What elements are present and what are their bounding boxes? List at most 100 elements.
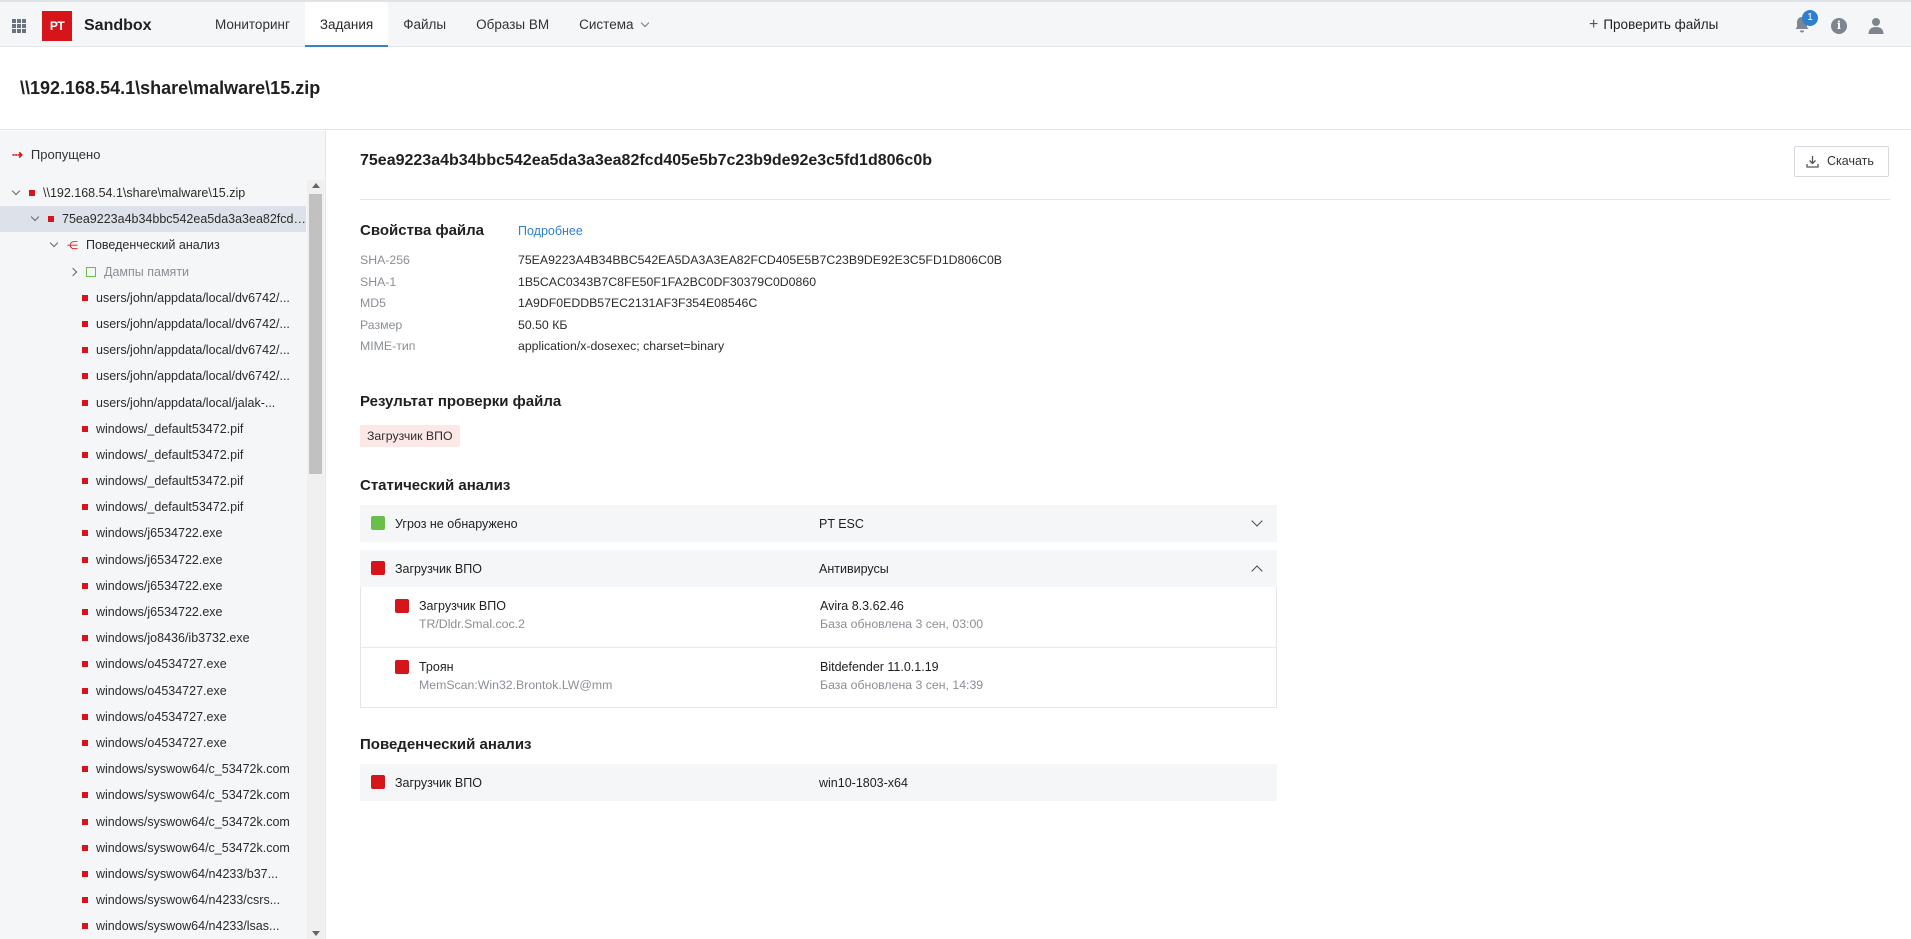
danger-marker-icon xyxy=(82,347,88,354)
file-tree: \\192.168.54.1\share\malware\15.zip 75ea… xyxy=(0,180,306,939)
tree-node-dropped-file[interactable]: windows/j6534722.exe xyxy=(0,520,306,546)
check-files-label: Проверить файлы xyxy=(1603,17,1719,32)
status-danger-icon xyxy=(371,561,385,575)
tree-node-dropped-file[interactable]: users/john/appdata/local/dv6742/... xyxy=(0,337,306,363)
tree-node-dropped-file[interactable]: windows/j6534722.exe xyxy=(0,573,306,599)
nav-system-label: Система xyxy=(579,17,634,32)
tree-node-label: windows/jo8436/ib3732.exe xyxy=(96,631,250,646)
av-result-row: Загрузчик ВПО TR/Dldr.Smal.coc.2 Avira 8… xyxy=(361,587,1276,647)
prop-label: SHA-256 xyxy=(360,253,410,267)
danger-marker-icon xyxy=(82,739,88,746)
user-icon[interactable] xyxy=(1868,17,1884,34)
status-danger-icon xyxy=(395,660,409,674)
tree-node-dropped-file[interactable]: windows/_default53472.pif xyxy=(0,468,306,494)
nav-tasks[interactable]: Задания xyxy=(304,2,389,47)
tree-node-dropped-file[interactable]: windows/syswow64/c_53472k.com xyxy=(0,835,306,861)
danger-marker-icon xyxy=(82,425,88,432)
file-props-list: SHA-256 75EA9223A4B34BBC542EA5DA3A3EA82FC… xyxy=(360,253,1002,361)
tree-node-label: windows/j6534722.exe xyxy=(96,526,223,541)
nav-system[interactable]: Система xyxy=(564,2,662,47)
tree-node-dropped-file[interactable]: windows/jo8436/ib3732.exe xyxy=(0,625,306,651)
apps-grid-icon[interactable] xyxy=(12,19,26,33)
scrollbar-thumb[interactable] xyxy=(309,194,322,474)
static-row-antivirus[interactable]: Загрузчик ВПО Антивирусы xyxy=(360,550,1277,587)
tree-node-label: windows/j6534722.exe xyxy=(96,552,223,567)
tree-node-dropped-file[interactable]: windows/syswow64/c_53472k.com xyxy=(0,756,306,782)
tree-node-dropped-file[interactable]: windows/syswow64/c_53472k.com xyxy=(0,809,306,835)
tree-node-dropped-file[interactable]: windows/syswow64/c_53472k.com xyxy=(0,782,306,808)
antivirus-details: Загрузчик ВПО TR/Dldr.Smal.coc.2 Avira 8… xyxy=(360,587,1277,708)
tree-node-label: windows/syswow64/c_53472k.com xyxy=(96,762,290,777)
danger-marker-icon xyxy=(82,766,88,773)
tree-node-label: windows/syswow64/n4233/csrs... xyxy=(96,893,281,908)
title-bar: \\192.168.54.1\share\malware\15.zip xyxy=(0,47,1911,130)
tree-node-dropped-file[interactable]: windows/o4534727.exe xyxy=(0,704,306,730)
av-verdict: Троян xyxy=(419,660,454,674)
danger-marker-icon xyxy=(82,844,88,851)
prop-row-md5: MD5 1A9DF0EDDB57EC2131AF3F354E08546C xyxy=(360,296,1002,318)
tree-node-dropped-file[interactable]: users/john/appdata/local/jalak-... xyxy=(0,390,306,416)
prop-value: 1B5CAC0343B7C8FE50F1FA2BC0DF30379C0D0860 xyxy=(518,274,817,289)
prop-row-sha1: SHA-1 1B5CAC0343B7C8FE50F1FA2BC0DF30379C0… xyxy=(360,275,1002,297)
danger-marker-icon xyxy=(82,661,88,668)
av-engine: Avira 8.3.62.46 xyxy=(820,599,904,613)
download-icon xyxy=(1806,156,1819,168)
tree-node-dropped-file[interactable]: windows/o4534727.exe xyxy=(0,730,306,756)
download-button[interactable]: Скачать xyxy=(1794,146,1889,177)
tree-node-dropped-file[interactable]: windows/syswow64/n4233/lsas... xyxy=(0,913,306,939)
tree-node-label: users/john/appdata/local/dv6742/... xyxy=(96,343,290,358)
tree-node-dropped-file[interactable]: windows/j6534722.exe xyxy=(0,547,306,573)
tree-node-label: windows/syswow64/c_53472k.com xyxy=(96,788,290,803)
scroll-up-icon[interactable] xyxy=(312,183,320,188)
behavior-tree-icon: ⋲ xyxy=(67,240,78,253)
tree-node-dropped-file[interactable]: windows/syswow64/n4233/csrs... xyxy=(0,887,306,913)
info-icon[interactable]: i xyxy=(1831,18,1847,34)
danger-marker-icon xyxy=(82,451,88,458)
skipped-status[interactable]: ⇢ Пропущено xyxy=(12,147,100,163)
tree-node-dropped-file[interactable]: users/john/appdata/local/dv6742/... xyxy=(0,285,306,311)
tree-node-dropped-file[interactable]: windows/syswow64/n4233/b37... xyxy=(0,861,306,887)
more-details-link[interactable]: Подробнее xyxy=(518,224,583,238)
status-danger-icon xyxy=(371,775,385,789)
prop-label: Размер xyxy=(360,317,403,332)
prop-label: SHA-1 xyxy=(360,274,397,289)
tree-node-dropped-file[interactable]: users/john/appdata/local/dv6742/... xyxy=(0,311,306,337)
static-row-engine: Антивирусы xyxy=(819,562,889,576)
tree-node-dropped-file[interactable]: windows/j6534722.exe xyxy=(0,599,306,625)
danger-marker-icon xyxy=(82,556,88,563)
tree-node-behavioral[interactable]: ⋲ Поведенческий анализ xyxy=(0,232,306,258)
nav-monitoring[interactable]: Мониторинг xyxy=(200,2,305,47)
caret-down-icon xyxy=(30,212,40,222)
tree-node-file[interactable]: 75ea9223a4b34bbc542ea5da3a3ea82fcd405e5b… xyxy=(0,206,306,233)
tree-node-dropped-file[interactable]: windows/_default53472.pif xyxy=(0,494,306,520)
tree-node-label: windows/o4534727.exe xyxy=(96,709,227,724)
tree-node-dropped-file[interactable]: users/john/appdata/local/dv6742/... xyxy=(0,363,306,389)
tree-node-label: windows/o4534727.exe xyxy=(96,683,227,698)
tree-node-archive[interactable]: \\192.168.54.1\share\malware\15.zip xyxy=(0,180,306,206)
pt-logo[interactable]: PT xyxy=(42,11,72,41)
prop-label: MD5 xyxy=(360,296,386,311)
danger-marker-icon xyxy=(48,216,54,223)
tree-node-dropped-file[interactable]: windows/o4534727.exe xyxy=(0,678,306,704)
static-analysis-panel: Угроз не обнаружено PT ESC Загрузчик ВПО… xyxy=(360,505,1277,708)
nav-vm-images[interactable]: Образы ВМ xyxy=(461,2,564,47)
tree-node-dropped-file[interactable]: windows/_default53472.pif xyxy=(0,442,306,468)
danger-marker-icon xyxy=(82,897,88,904)
prop-label: MIME-тип xyxy=(360,339,416,354)
danger-marker-icon xyxy=(82,923,88,930)
behavioral-analysis-panel: Загрузчик ВПО win10-1803-x64 xyxy=(360,764,1277,801)
danger-marker-icon xyxy=(82,687,88,694)
prop-value: 1A9DF0EDDB57EC2131AF3F354E08546C xyxy=(518,296,758,311)
nav-files[interactable]: Файлы xyxy=(388,2,461,47)
scroll-down-icon[interactable] xyxy=(312,931,320,936)
behavioral-row-label: Загрузчик ВПО xyxy=(395,776,482,790)
static-row-pt-esc[interactable]: Угроз не обнаружено PT ESC xyxy=(360,505,1277,542)
check-files-button[interactable]: + Проверить файлы xyxy=(1589,16,1718,34)
tree-node-label: windows/_default53472.pif xyxy=(96,500,244,515)
tree-node-dropped-file[interactable]: windows/_default53472.pif xyxy=(0,416,306,442)
tree-node-memory-dumps[interactable]: Дампы памяти xyxy=(0,259,306,285)
plus-icon: + xyxy=(1589,16,1599,33)
behavioral-row[interactable]: Загрузчик ВПО win10-1803-x64 xyxy=(360,764,1277,801)
tree-scrollbar[interactable] xyxy=(307,180,324,939)
tree-node-dropped-file[interactable]: windows/o4534727.exe xyxy=(0,651,306,677)
